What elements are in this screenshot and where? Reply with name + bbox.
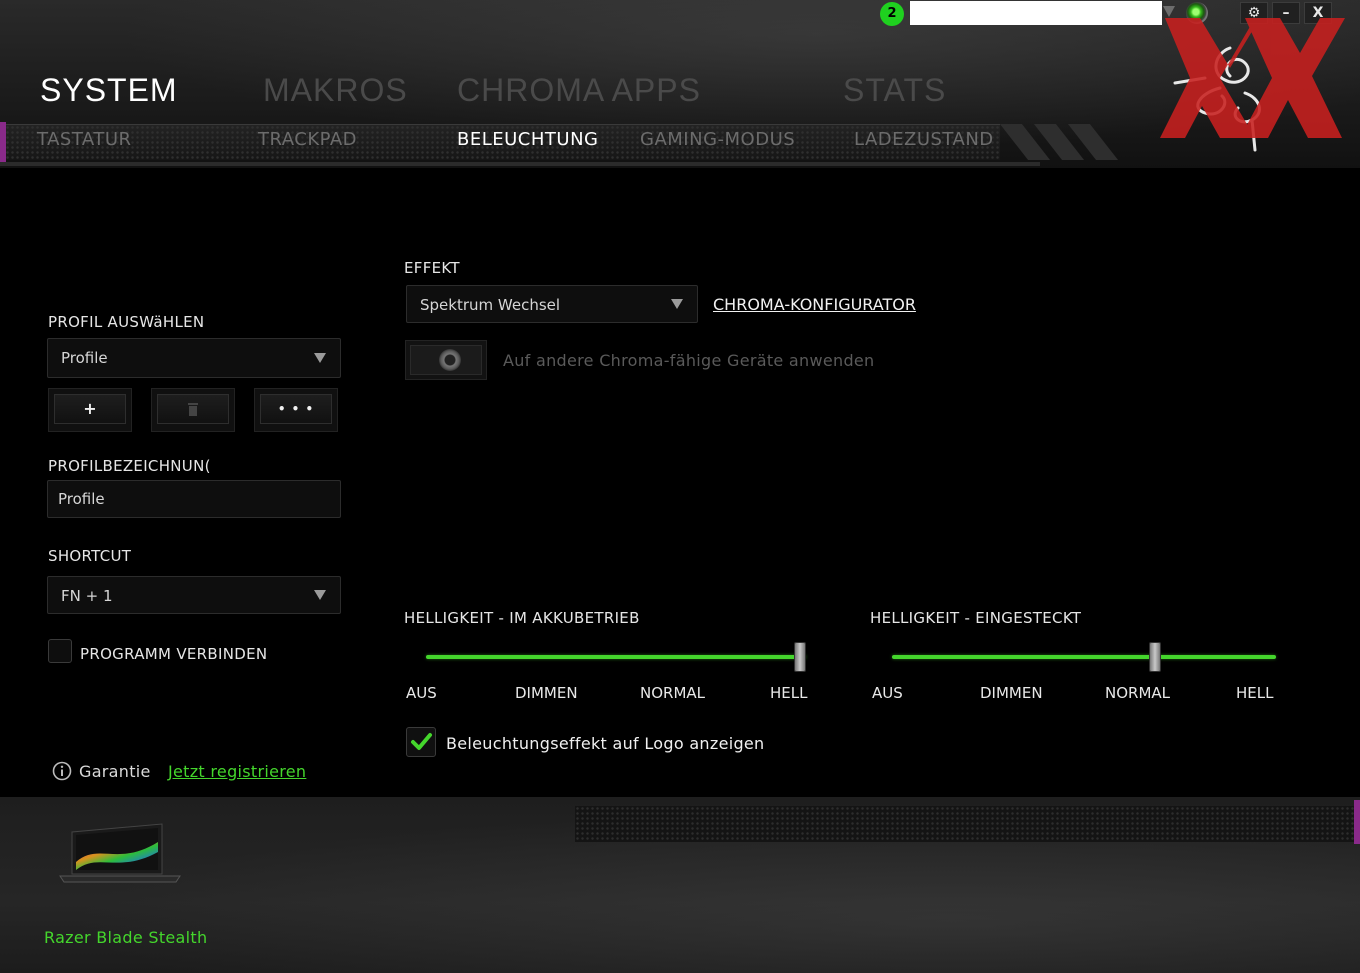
apply-all-label: Auf andere Chroma-fähige Geräte anwenden: [503, 351, 875, 370]
device-name[interactable]: Razer Blade Stealth: [44, 928, 207, 947]
apply-all-toggle-wrapper: [405, 340, 487, 380]
chevron-down-icon: [314, 590, 326, 600]
tick-normal: NORMAL: [1105, 684, 1171, 702]
brightness-plugged-slider[interactable]: [892, 640, 1276, 674]
more-options-wrapper: • • •: [254, 388, 338, 432]
chevron-down-icon: [314, 353, 326, 363]
profile-name-value: Profile: [58, 490, 105, 508]
logo-effect-label: Beleuchtungseffekt auf Logo anzeigen: [446, 734, 765, 753]
warranty-label: Garantie: [79, 762, 151, 781]
profile-dropdown-value: Profile: [61, 349, 108, 367]
shortcut-value: FN + 1: [61, 587, 113, 605]
more-options-button[interactable]: • • •: [260, 394, 332, 424]
subnav-accent: [0, 122, 6, 162]
effect-label: EFFEKT: [404, 259, 460, 277]
tick-hell: HELL: [770, 684, 808, 702]
footer-accent: [1354, 800, 1360, 844]
subtab-ladezustand[interactable]: LADEZUSTAND: [854, 129, 994, 150]
slider-thumb[interactable]: [1148, 642, 1161, 672]
brightness-plugged-label: HELLIGKEIT - EINGESTECKT: [870, 609, 1082, 627]
shortcut-dropdown[interactable]: FN + 1: [47, 576, 341, 614]
tab-system[interactable]: SYSTEM: [40, 72, 178, 109]
slider-track: [892, 655, 1276, 659]
brightness-battery-label: HELLIGKEIT - IM AKKUBETRIEB: [404, 609, 640, 627]
subtab-trackpad[interactable]: TRACKPAD: [258, 129, 357, 150]
checkmark-icon: [411, 733, 432, 750]
register-link[interactable]: Jetzt registrieren: [168, 762, 306, 781]
trash-icon: [188, 403, 198, 416]
effect-value: Spektrum Wechsel: [420, 296, 561, 314]
slider-thumb[interactable]: [794, 642, 806, 672]
titlebar-search-input[interactable]: [910, 1, 1162, 25]
tab-stats[interactable]: STATS: [843, 72, 946, 109]
delete-profile-wrapper: [151, 388, 235, 432]
toggle-knob: [439, 349, 461, 371]
effect-dropdown[interactable]: Spektrum Wechsel: [406, 285, 698, 323]
brightness-battery-slider[interactable]: [426, 640, 806, 674]
tick-aus: AUS: [872, 684, 903, 702]
tick-hell: HELL: [1236, 684, 1274, 702]
tab-makros[interactable]: MAKROS: [263, 72, 408, 109]
tick-dimmen: DIMMEN: [980, 684, 1043, 702]
profile-dropdown[interactable]: Profile: [47, 338, 341, 378]
tick-normal: NORMAL: [640, 684, 706, 702]
subtab-tastatur[interactable]: TASTATUR: [37, 129, 132, 150]
tick-dimmen: DIMMEN: [515, 684, 578, 702]
info-icon: [52, 761, 72, 781]
delete-profile-button[interactable]: [157, 394, 229, 424]
slider-track: [426, 655, 806, 659]
add-profile-wrapper: +: [48, 388, 132, 432]
notification-badge[interactable]: 2: [880, 2, 904, 26]
chevron-down-icon[interactable]: [1163, 6, 1175, 17]
subtab-gaming-modus[interactable]: GAMING-MODUS: [640, 129, 795, 150]
link-program-checkbox[interactable]: [48, 639, 72, 663]
subtab-beleuchtung[interactable]: BELEUCHTUNG: [457, 129, 598, 150]
tick-aus: AUS: [406, 684, 437, 702]
tab-chroma-apps[interactable]: CHROMA APPS: [457, 72, 701, 109]
apply-all-toggle[interactable]: [410, 345, 482, 375]
profile-select-label: PROFIL AUSWäHLEN: [48, 313, 205, 331]
shortcut-label: SHORTCUT: [48, 547, 132, 565]
chevron-down-icon: [671, 299, 683, 309]
chroma-configurator-link[interactable]: CHROMA-KONFIGURATOR: [713, 295, 916, 314]
profile-name-label: PROFILBEZEICHNUN(: [48, 457, 211, 475]
laptop-device-icon[interactable]: [58, 822, 182, 886]
footer-band: [575, 806, 1360, 842]
profile-name-input[interactable]: Profile: [47, 480, 341, 518]
add-profile-button[interactable]: +: [54, 394, 126, 424]
link-program-label: PROGRAMM VERBINDEN: [80, 645, 268, 663]
logo-effect-checkbox[interactable]: [406, 727, 436, 757]
razer-logo-watermark-icon: [1160, 18, 1345, 152]
